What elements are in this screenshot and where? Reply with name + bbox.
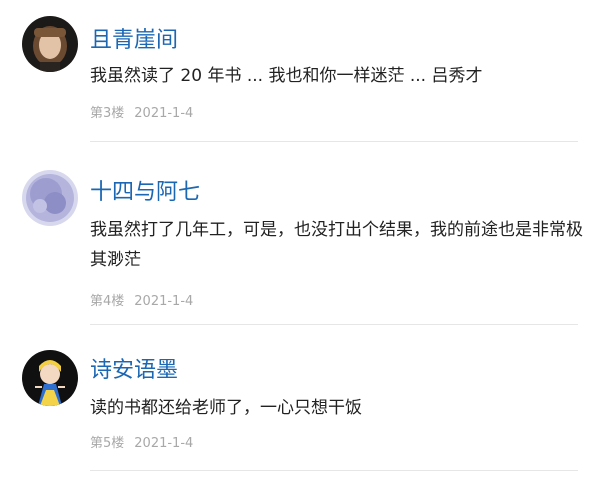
divider bbox=[90, 324, 578, 325]
watercolor-avatar-icon[interactable] bbox=[22, 170, 78, 226]
username-link[interactable]: 诗安语墨 bbox=[90, 357, 178, 385]
comment-item: 诗安语墨 读的书都还给老师了，一心只想干饭 第5楼 2021-1-4 bbox=[0, 330, 600, 481]
comment-text: 我虽然打了几年工，可是，也没打出个结果，我的前途也是非常极其渺茫 bbox=[90, 220, 583, 270]
username-link[interactable]: 且青崖间 bbox=[90, 27, 178, 55]
divider bbox=[90, 470, 578, 471]
comment-date: 2021-1-4 bbox=[134, 294, 194, 309]
comment-text: 我虽然读了 20 年书 ... 我也和你一样迷茫 ... 吕秀才 bbox=[90, 66, 483, 86]
floor-number: 第3楼 bbox=[90, 106, 125, 121]
floor-number: 第5楼 bbox=[90, 436, 125, 451]
comment-meta: 第3楼 2021-1-4 bbox=[90, 105, 193, 123]
comment-text: 读的书都还给老师了，一心只想干饭 bbox=[90, 398, 362, 418]
comment-date: 2021-1-4 bbox=[134, 106, 194, 121]
comment-item: 十四与阿七 我虽然打了几年工，可是，也没打出个结果，我的前途也是非常极其渺茫 第… bbox=[0, 150, 600, 330]
comment-meta: 第4楼 2021-1-4 bbox=[90, 293, 193, 311]
comment-date: 2021-1-4 bbox=[134, 436, 194, 451]
username-link[interactable]: 十四与阿七 bbox=[90, 179, 200, 207]
comment-item: 且青崖间 我虽然读了 20 年书 ... 我也和你一样迷茫 ... 吕秀才 第3… bbox=[0, 0, 600, 150]
cartoon-princess-avatar-icon[interactable] bbox=[22, 350, 78, 406]
comment-meta: 第5楼 2021-1-4 bbox=[90, 435, 193, 453]
divider bbox=[90, 141, 578, 142]
floor-number: 第4楼 bbox=[90, 294, 125, 309]
user-portrait-icon[interactable] bbox=[22, 16, 78, 72]
